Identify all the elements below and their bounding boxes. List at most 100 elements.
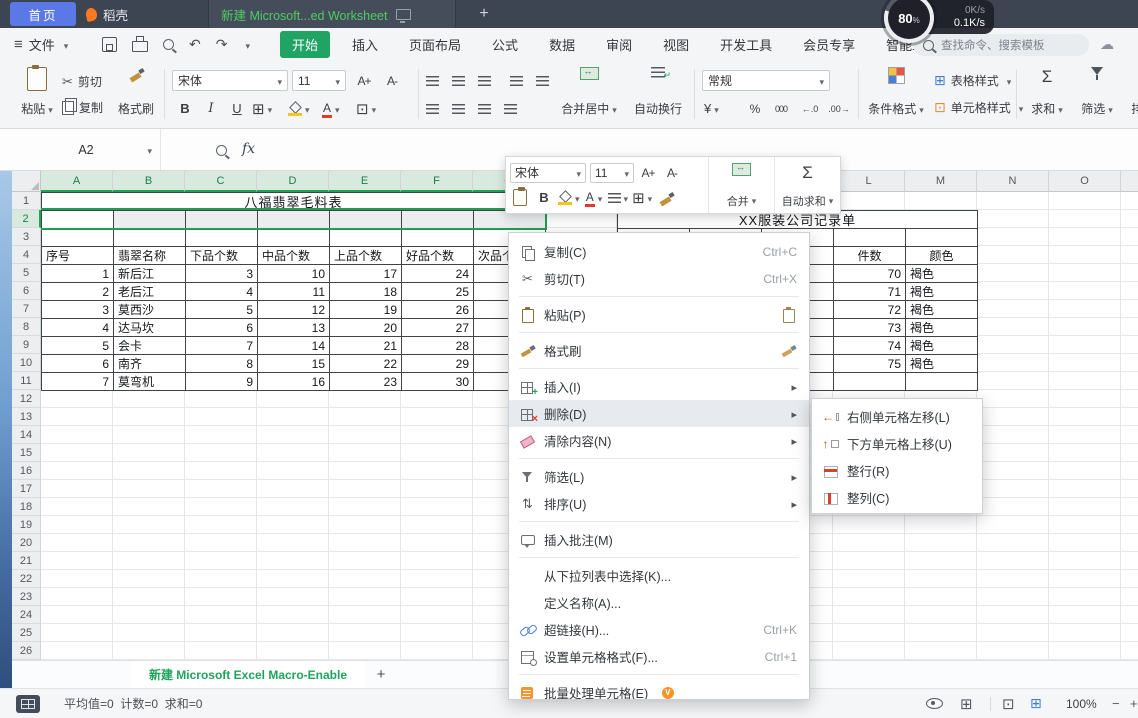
table-cell[interactable]: 11 (258, 283, 330, 301)
align-middle-button[interactable] (452, 70, 465, 91)
context-menu-item-10[interactable]: 从下拉列表中选择(K)... (509, 562, 809, 589)
table-cell[interactable]: 4 (186, 283, 258, 301)
table-cell[interactable]: 7 (42, 373, 114, 391)
delete-submenu-item-1[interactable]: 下方单元格上移(U) (812, 430, 982, 457)
table-cell[interactable]: 3 (42, 301, 114, 319)
row-header-10[interactable]: 10 (12, 354, 41, 372)
delete-submenu-item-0[interactable]: 右侧单元格左移(L) (812, 403, 982, 430)
filter-button[interactable]: 筛选 (1074, 64, 1120, 120)
ribbon-tab-6[interactable]: 视图 (654, 31, 698, 58)
table-cell[interactable] (186, 229, 258, 247)
column-header-O[interactable]: O (1049, 171, 1121, 192)
increase-indent-button[interactable] (536, 70, 549, 91)
table-cell[interactable]: 翡翠名称 (114, 247, 186, 265)
zoom-in-button[interactable] (1130, 689, 1138, 718)
table-cell[interactable]: 71 (834, 283, 906, 301)
zoom-out-button[interactable] (1112, 689, 1120, 718)
table-cell[interactable] (42, 229, 114, 247)
table-cell[interactable]: 5 (42, 337, 114, 355)
table-cell[interactable]: 13 (258, 319, 330, 337)
column-header-A[interactable]: A (41, 171, 113, 192)
font-color-button[interactable] (322, 98, 340, 119)
zoom-formula-icon[interactable] (216, 145, 227, 156)
insert-function-button[interactable]: fx (242, 141, 255, 157)
copy-button[interactable]: 复制 (62, 99, 103, 116)
mini-merge-button[interactable]: 合并 (708, 157, 774, 213)
zoom-level[interactable]: 100% (1066, 689, 1097, 718)
sort-button[interactable]: 排序 (1124, 64, 1138, 120)
table-cell[interactable]: 10 (258, 265, 330, 283)
table-cell[interactable] (114, 229, 186, 247)
document-tab[interactable]: 新建 Microsoft...ed Worksheet (208, 0, 456, 28)
row-header-26[interactable]: 26 (12, 642, 41, 660)
table-cell[interactable]: 75 (834, 355, 906, 373)
increase-decimal-button[interactable] (826, 98, 852, 119)
table-cell[interactable]: 莫弯机 (114, 373, 186, 391)
row-header-7[interactable]: 7 (12, 300, 41, 318)
table-cell[interactable]: 褐色 (906, 283, 978, 301)
column-header-C[interactable]: C (185, 171, 257, 192)
table-cell[interactable]: 褐色 (906, 355, 978, 373)
underline-button[interactable] (226, 98, 248, 119)
row-header-4[interactable]: 4 (12, 246, 41, 264)
context-menu-item-4[interactable]: 插入(I) (509, 373, 809, 400)
borders-button[interactable] (252, 98, 272, 119)
undo-icon[interactable] (189, 36, 201, 53)
page-layout-view-button[interactable] (1030, 689, 1042, 718)
context-menu-item-14[interactable]: 批量处理单元格(E) (509, 679, 809, 700)
table-cell[interactable]: 2 (42, 283, 114, 301)
ribbon-tab-3[interactable]: 公式 (483, 31, 527, 58)
hide-ribbon-button[interactable] (926, 689, 943, 718)
docer-tab[interactable]: 稻壳 (86, 0, 128, 28)
grid-settings-button[interactable] (960, 689, 973, 718)
select-all-corner[interactable] (12, 171, 41, 192)
row-header-14[interactable]: 14 (12, 426, 41, 444)
row-header-18[interactable]: 18 (12, 498, 41, 516)
conditional-format-button[interactable]: 条件格式 (864, 64, 928, 120)
ribbon-tab-8[interactable]: 会员专享 (794, 31, 864, 58)
row-header-13[interactable]: 13 (12, 408, 41, 426)
context-menu-item-6[interactable]: 清除内容(N) (509, 427, 809, 454)
column-header-N[interactable]: N (977, 171, 1049, 192)
table-style-button[interactable]: 表格样式 (934, 72, 1011, 89)
context-menu-item-3[interactable]: 格式刷 (509, 337, 809, 364)
table-cell[interactable] (906, 373, 978, 391)
table-cell[interactable]: 颜色 (906, 247, 978, 265)
bold-button[interactable] (174, 98, 196, 119)
table-cell[interactable]: 21 (330, 337, 402, 355)
table-cell[interactable]: 74 (834, 337, 906, 355)
table-cell[interactable] (114, 211, 186, 229)
align-center-button[interactable] (452, 98, 465, 119)
table-cell[interactable] (258, 229, 330, 247)
row-header-6[interactable]: 6 (12, 282, 41, 300)
context-menu-item-8[interactable]: 排序(U) (509, 490, 809, 517)
column-header-B[interactable]: B (113, 171, 185, 192)
row-header-20[interactable]: 20 (12, 534, 41, 552)
context-menu-item-1[interactable]: 剪切(T)Ctrl+X (509, 265, 809, 292)
table-cell[interactable] (402, 229, 474, 247)
justify-button[interactable] (504, 98, 517, 119)
cell-shading-button[interactable] (356, 98, 376, 119)
context-menu-item-2[interactable]: 粘贴(P) (509, 301, 809, 328)
row-header-5[interactable]: 5 (12, 264, 41, 282)
save-icon[interactable] (102, 37, 117, 52)
table-cell[interactable]: 达马坎 (114, 319, 186, 337)
table-cell[interactable] (258, 211, 330, 229)
mini-borders-button[interactable] (632, 188, 652, 208)
row-header-1[interactable]: 1 (12, 192, 41, 210)
row-header-2[interactable]: 2 (12, 210, 41, 228)
table-cell[interactable]: 18 (330, 283, 402, 301)
ribbon-tab-1[interactable]: 插入 (343, 31, 387, 58)
table-cell[interactable] (834, 373, 906, 391)
table-cell[interactable]: 73 (834, 319, 906, 337)
table-cell[interactable]: 褐色 (906, 319, 978, 337)
cell-style-button[interactable]: 单元格样式 (934, 99, 1023, 116)
table-cell[interactable] (330, 229, 402, 247)
mini-align-button[interactable] (608, 188, 629, 208)
table-cell[interactable]: 72 (834, 301, 906, 319)
increase-font-button[interactable] (352, 70, 376, 91)
row-header-24[interactable]: 24 (12, 606, 41, 624)
table-cell[interactable]: 22 (330, 355, 402, 373)
align-bottom-button[interactable] (478, 70, 491, 91)
chevron-down-icon[interactable] (242, 38, 250, 52)
